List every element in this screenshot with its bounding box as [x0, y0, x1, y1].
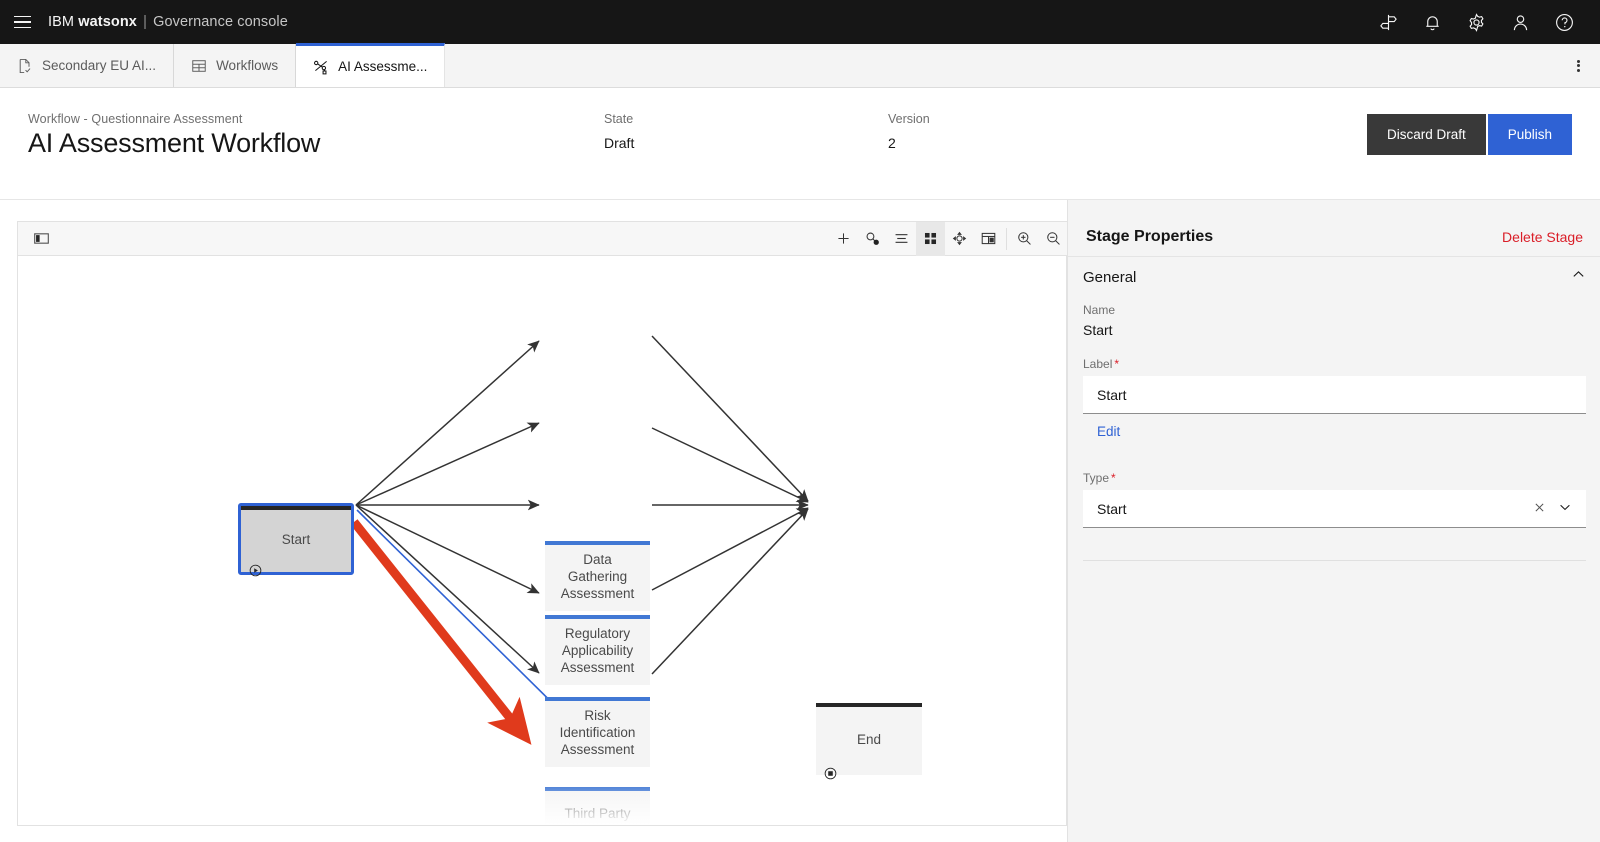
toolbar-divider — [1006, 227, 1007, 250]
node-label: Regulatory Applicability Assessment — [560, 625, 635, 675]
type-select-controls — [1533, 500, 1572, 517]
type-select[interactable]: Start — [1083, 490, 1586, 528]
diagram-node-end[interactable]: End — [816, 703, 922, 780]
diagram-toolbar-right — [829, 221, 1068, 256]
node-accent-bar — [545, 787, 650, 791]
top-navigation-bar: IBM watsonx | Governance console — [0, 0, 1600, 44]
grid-layout-icon[interactable] — [916, 221, 945, 256]
panel-title: Stage Properties — [1086, 227, 1214, 245]
type-selected-value: Start — [1097, 500, 1127, 517]
brand-prefix: IBM — [48, 14, 75, 30]
node-accent-bar — [816, 703, 922, 707]
page-header: Workflow - Questionnaire Assessment AI A… — [0, 88, 1600, 200]
node-label: Risk Identification Assessment — [559, 707, 636, 757]
diagram-node-regulatory-applicability[interactable]: Regulatory Applicability Assessment — [545, 615, 650, 685]
tab-label: Secondary EU AI... — [42, 58, 157, 73]
node-accent-bar — [241, 506, 351, 510]
user-avatar-icon[interactable] — [1498, 0, 1542, 44]
clear-x-icon[interactable] — [1533, 501, 1546, 517]
notification-bell-icon[interactable] — [1410, 0, 1454, 44]
diagram-node-data-gathering[interactable]: Data Gathering Assessment — [545, 541, 650, 611]
diagram-toolbar — [18, 221, 1068, 256]
state-label: State — [604, 112, 634, 126]
brand-suffix: Governance console — [153, 14, 288, 30]
state-value: Draft — [604, 135, 635, 151]
diagram-node-start[interactable]: Start — [238, 503, 354, 577]
stage-properties-header: Stage Properties Delete Stage — [1068, 217, 1600, 257]
tab-label: AI Assessme... — [338, 59, 428, 74]
node-label: End — [856, 731, 882, 747]
required-marker: * — [1114, 357, 1120, 371]
label-field: Label* Edit — [1083, 357, 1586, 441]
general-section-title: General — [1083, 268, 1137, 286]
align-icon[interactable] — [887, 222, 916, 256]
version-value: 2 — [888, 135, 896, 151]
page-title: AI Assessment Workflow — [28, 128, 321, 158]
general-section-toggle[interactable]: General — [1083, 257, 1586, 297]
node-label: Third Party Assessment — [561, 806, 635, 825]
tab-bar-spacer — [445, 44, 1556, 87]
zoom-in-icon[interactable] — [1010, 222, 1039, 256]
fit-move-icon[interactable] — [945, 222, 974, 256]
zoom-out-icon[interactable] — [1039, 222, 1068, 256]
chevron-down-icon[interactable] — [1558, 500, 1572, 517]
select-pointer-icon[interactable] — [858, 222, 887, 256]
diagram-node-risk-identification[interactable]: Risk Identification Assessment — [545, 697, 650, 767]
tab-bar: Secondary EU AI... Workflows AI Assessme — [0, 43, 1600, 88]
side-panel-toggle-icon[interactable] — [27, 222, 56, 256]
label-input[interactable] — [1083, 376, 1586, 414]
drag-gesture-arrow — [350, 519, 532, 745]
node-accent-bar — [545, 697, 650, 701]
version-meta: Version 2 — [888, 112, 930, 151]
tab-label: Workflows — [216, 58, 279, 73]
state-meta: State Draft — [604, 112, 634, 151]
diagram-canvas-container: Start Data Gathering Assessment Regulato… — [17, 221, 1068, 826]
name-field: Name Start — [1083, 303, 1586, 338]
node-label: Start — [281, 531, 311, 547]
required-marker: * — [1111, 471, 1116, 485]
name-label: Name — [1083, 303, 1116, 317]
diagram-node-third-party[interactable]: Third Party Assessment — [545, 787, 650, 825]
table-grid-icon — [191, 58, 207, 74]
settings-gear-icon[interactable] — [1454, 0, 1498, 44]
flow-network-icon — [313, 59, 329, 75]
name-value: Start — [1083, 322, 1113, 338]
edit-label-link[interactable]: Edit — [1083, 424, 1120, 439]
brand-title: IBM watsonx | Governance console — [48, 14, 288, 30]
node-accent-bar — [545, 541, 650, 545]
tab-overflow-menu-icon[interactable] — [1556, 44, 1600, 87]
brand-separator: | — [143, 14, 147, 30]
hamburger-menu-icon[interactable] — [0, 0, 44, 44]
version-label: Version — [888, 112, 930, 126]
workflow-diagram-canvas[interactable]: Start Data Gathering Assessment Regulato… — [18, 256, 1066, 825]
add-icon[interactable] — [829, 222, 858, 256]
discard-draft-button[interactable]: Discard Draft — [1366, 114, 1486, 155]
tab-secondary-eu-ai[interactable]: Secondary EU AI... — [0, 44, 175, 87]
node-label: Data Gathering Assessment — [560, 551, 635, 601]
stage-properties-panel: Stage Properties Delete Stage General Na… — [1067, 200, 1600, 842]
label-field-label: Label * — [1083, 357, 1120, 371]
publish-button[interactable]: Publish — [1487, 114, 1572, 155]
document-check-icon — [17, 58, 33, 74]
brand-name: watsonx — [78, 14, 137, 30]
header-actions: Discard Draft Publish — [1366, 114, 1572, 155]
signpost-icon[interactable] — [1366, 0, 1410, 44]
type-field: Type * Start — [1083, 471, 1586, 528]
chevron-up-icon — [1571, 267, 1586, 287]
top-bar-actions — [1366, 0, 1600, 44]
diagram-toolbar-left — [18, 222, 56, 256]
breadcrumb: Workflow - Questionnaire Assessment — [28, 112, 243, 126]
node-accent-bar — [545, 615, 650, 619]
panel-divider — [1083, 560, 1586, 561]
type-field-label: Type * — [1083, 471, 1116, 485]
delete-stage-button[interactable]: Delete Stage — [1502, 229, 1583, 245]
tab-workflows[interactable]: Workflows — [174, 44, 297, 87]
tab-ai-assessment[interactable]: AI Assessme... — [296, 43, 446, 87]
help-icon[interactable] — [1542, 0, 1586, 44]
minimap-icon[interactable] — [974, 222, 1003, 256]
work-area: Start Data Gathering Assessment Regulato… — [0, 200, 1600, 842]
